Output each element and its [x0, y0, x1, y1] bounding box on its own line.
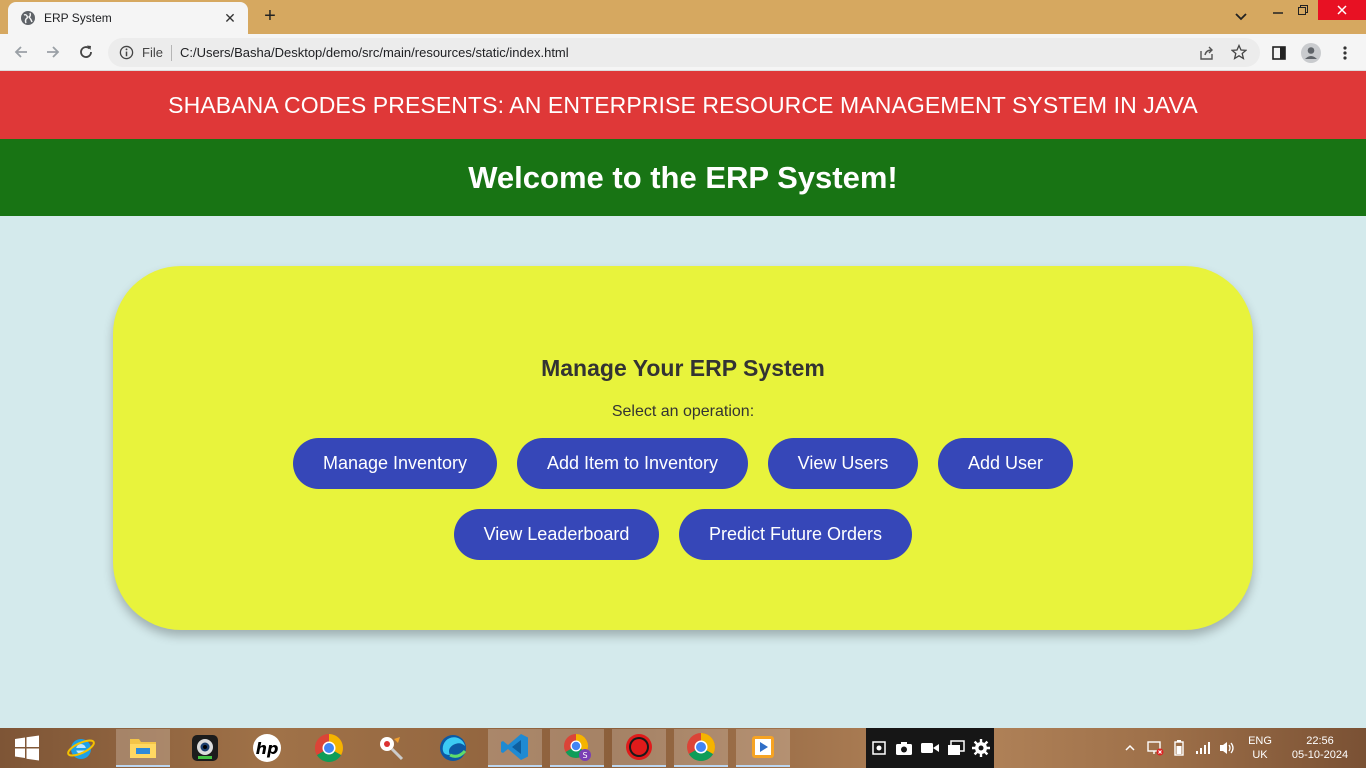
webcam-icon[interactable] [178, 729, 232, 767]
clock[interactable]: 22:56 05-10-2024 [1284, 728, 1356, 768]
add-item-to-inventory-button[interactable]: Add Item to Inventory [517, 438, 748, 489]
globe-icon [20, 10, 36, 26]
show-hidden-icon[interactable] [1122, 728, 1138, 768]
close-icon[interactable] [1318, 0, 1366, 20]
reload-icon[interactable] [76, 42, 96, 62]
browser-tab-strip: ERP System ✕ + [0, 0, 1366, 34]
clock-date: 05-10-2024 [1291, 749, 1349, 761]
settings-icon[interactable] [968, 739, 994, 757]
language-indicator[interactable]: ENG UK [1242, 728, 1278, 768]
volume-icon[interactable] [1216, 728, 1238, 768]
add-user-button[interactable]: Add User [938, 438, 1073, 489]
tab-close-icon[interactable]: ✕ [222, 10, 238, 27]
browser-toolbar: File C:/Users/Basha/Desktop/demo/src/mai… [0, 34, 1366, 71]
paint-tool-icon[interactable] [364, 729, 418, 767]
star-icon[interactable] [1230, 43, 1248, 61]
tab-title: ERP System [44, 11, 112, 25]
edge-icon[interactable] [426, 729, 480, 767]
camera-icon[interactable] [892, 741, 918, 756]
svg-text:hp: hp [256, 739, 279, 758]
media-player-icon[interactable] [736, 729, 790, 767]
card-title: Manage Your ERP System [541, 355, 825, 381]
language-top: ENG [1248, 735, 1272, 747]
welcome-heading: Welcome to the ERP System! [0, 139, 1366, 216]
clock-time: 22:56 [1306, 735, 1334, 747]
svg-text:S: S [582, 751, 587, 760]
side-panel-icon[interactable] [1268, 42, 1290, 64]
info-icon[interactable] [118, 45, 134, 61]
share-icon[interactable] [1198, 44, 1216, 62]
profile-icon[interactable] [1300, 42, 1322, 64]
view-leaderboard-button[interactable]: View Leaderboard [454, 509, 659, 560]
chrome-profile-icon[interactable]: S [550, 729, 604, 767]
screenshot-icon[interactable] [866, 740, 892, 756]
record-icon[interactable] [612, 729, 666, 767]
presenter-banner: SHABANA CODES PRESENTS: AN ENTERPRISE RE… [0, 71, 1366, 139]
battery-icon[interactable] [1168, 728, 1190, 768]
internet-explorer-icon[interactable] [54, 729, 108, 767]
minimize-icon[interactable] [1268, 0, 1288, 20]
windows-icon[interactable] [943, 740, 969, 756]
address-url[interactable]: C:/Users/Basha/Desktop/demo/src/main/res… [180, 45, 569, 60]
chrome-active-icon[interactable] [674, 729, 728, 767]
manage-inventory-button[interactable]: Manage Inventory [293, 438, 497, 489]
language-bottom: UK [1252, 749, 1268, 761]
menu-icon[interactable] [1334, 42, 1356, 64]
windows-taskbar: hp S ENG UK 22:56 05-10-2024 [0, 728, 1366, 768]
new-tab-button[interactable]: + [258, 6, 282, 28]
card-subtitle: Select an operation: [611, 403, 755, 420]
maximize-icon[interactable] [1293, 0, 1313, 20]
capture-toolbar [866, 728, 994, 768]
address-bar[interactable]: File C:/Users/Basha/Desktop/demo/src/mai… [108, 38, 1260, 67]
file-explorer-icon[interactable] [116, 729, 170, 767]
chrome-icon[interactable] [302, 729, 356, 767]
view-users-button[interactable]: View Users [768, 438, 918, 489]
vscode-icon[interactable] [488, 729, 542, 767]
erp-operations-card: Manage Your ERP System Select an operati… [113, 266, 1253, 630]
signal-icon[interactable] [1192, 728, 1214, 768]
browser-tab[interactable]: ERP System ✕ [8, 2, 248, 34]
predict-future-orders-button[interactable]: Predict Future Orders [679, 509, 912, 560]
windows-start-icon[interactable] [0, 729, 54, 767]
video-icon[interactable] [917, 741, 943, 755]
back-icon[interactable] [11, 42, 31, 62]
hp-icon[interactable]: hp [240, 729, 294, 767]
address-scheme: File [142, 44, 172, 61]
chevron-down-icon[interactable] [1232, 8, 1250, 26]
network-off-icon[interactable] [1144, 728, 1166, 768]
forward-icon[interactable] [43, 42, 63, 62]
